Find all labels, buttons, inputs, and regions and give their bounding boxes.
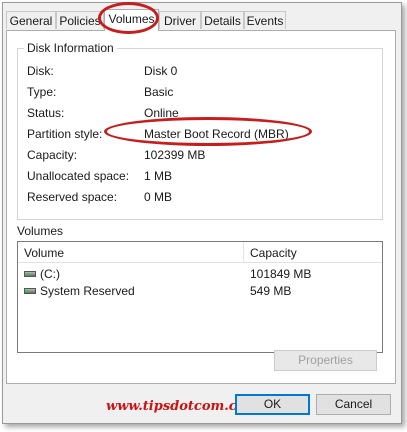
unallocated-space-value: 1 MB [144, 169, 173, 183]
reserved-space-label: Reserved space: [27, 190, 118, 204]
column-header-capacity[interactable]: Capacity [250, 246, 297, 260]
volumes-list-header: Volume Capacity [18, 242, 382, 263]
volumes-list[interactable]: Volume Capacity (C:) 101849 MB System Re… [17, 241, 383, 353]
partition-style-label: Partition style: [27, 127, 103, 141]
capacity-value: 102399 MB [144, 148, 206, 162]
tab-policies[interactable]: Policies [56, 11, 104, 29]
unallocated-space-label: Unallocated space: [27, 169, 130, 183]
drive-icon [24, 288, 36, 294]
status-value: Online [144, 106, 179, 120]
drive-icon [24, 271, 36, 277]
type-label: Type: [27, 85, 57, 99]
tab-volumes[interactable]: Volumes [104, 9, 159, 31]
status-label: Status: [27, 106, 65, 120]
list-item[interactable]: (C:) 101849 MB [18, 266, 382, 282]
capacity-label: Capacity: [27, 148, 78, 162]
volume-name: (C:) [40, 267, 60, 281]
volume-capacity: 101849 MB [250, 267, 312, 281]
disk-information-title: Disk Information [24, 41, 117, 55]
disk-value: Disk 0 [144, 64, 178, 78]
column-divider[interactable] [243, 242, 244, 262]
properties-button[interactable]: Properties [274, 350, 377, 371]
tab-driver[interactable]: Driver [159, 11, 201, 29]
type-value: Basic [144, 85, 174, 99]
volume-capacity: 549 MB [250, 284, 292, 298]
list-item[interactable]: System Reserved 549 MB [18, 283, 382, 299]
tab-events[interactable]: Events [244, 11, 286, 29]
disk-properties-dialog: General Policies Volumes Driver Details … [2, 2, 402, 424]
ok-button[interactable]: OK [235, 394, 310, 415]
volumes-tab-panel: Disk Information Disk: Disk 0 Type: Basi… [6, 30, 396, 384]
tab-details[interactable]: Details [201, 11, 244, 29]
column-header-volume[interactable]: Volume [24, 246, 64, 260]
volume-name: System Reserved [40, 284, 135, 298]
partition-style-value: Master Boot Record (MBR) [144, 127, 289, 141]
reserved-space-value: 0 MB [144, 190, 173, 204]
disk-information-group: Disk Information Disk: Disk 0 Type: Basi… [17, 41, 383, 220]
tab-general[interactable]: General [6, 11, 56, 29]
cancel-button[interactable]: Cancel [316, 394, 391, 415]
disk-label: Disk: [27, 64, 54, 78]
volumes-section-title: Volumes [17, 224, 64, 238]
